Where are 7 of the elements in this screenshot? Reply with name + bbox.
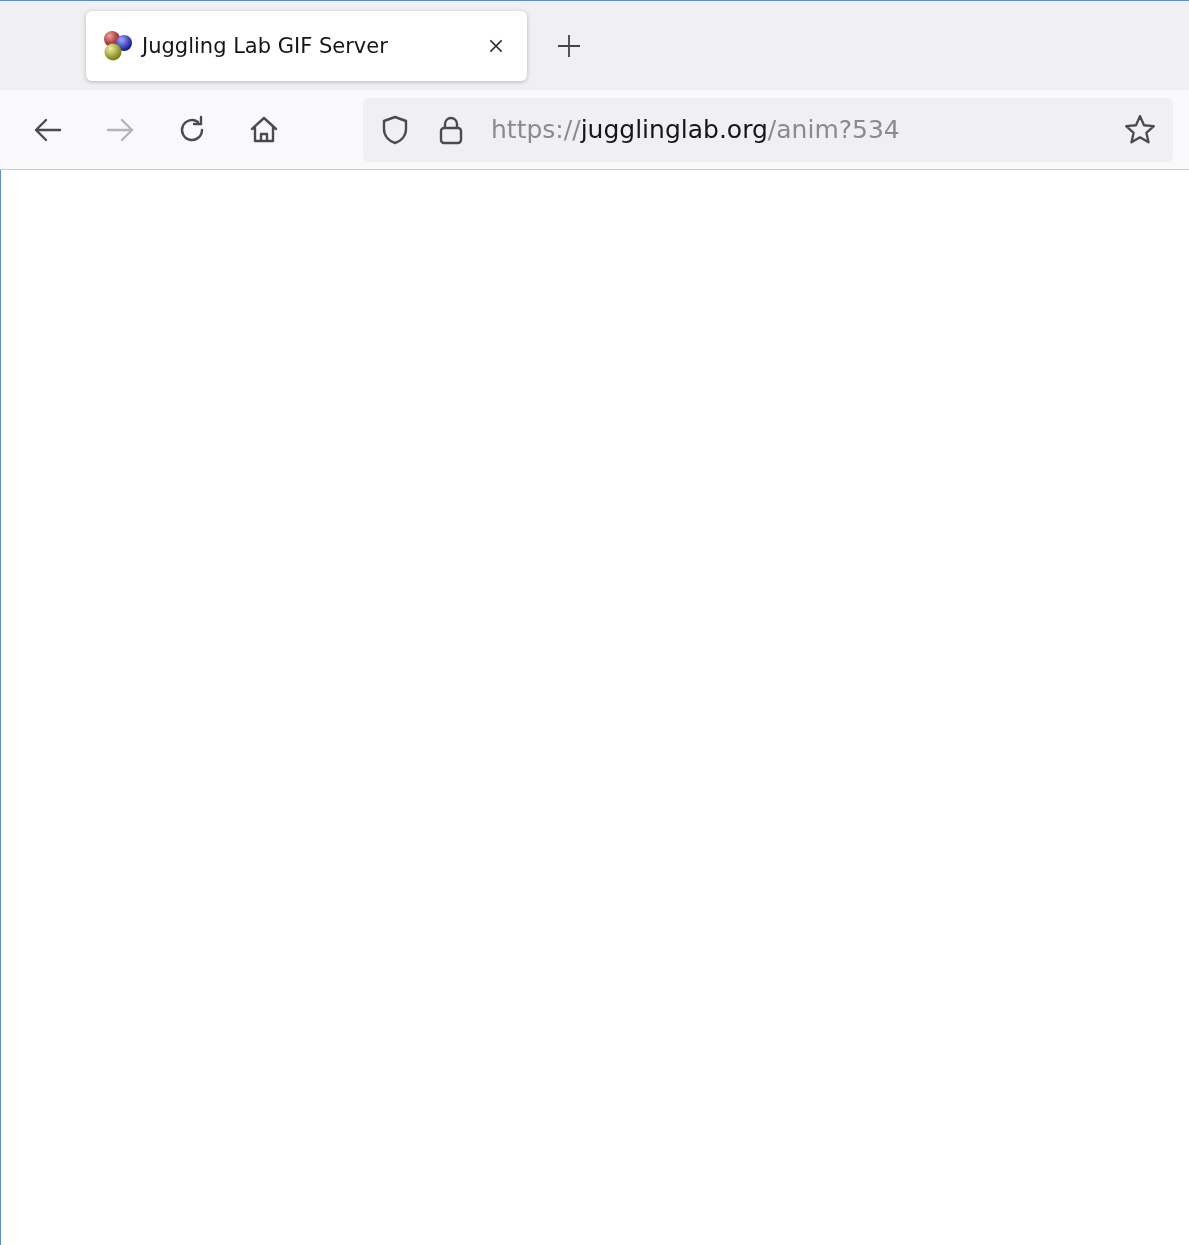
- star-icon[interactable]: [1123, 112, 1157, 147]
- url-text: https://jugglinglab.org/anim?534: [491, 115, 901, 144]
- new-tab-icon[interactable]: [557, 33, 581, 58]
- browser-tab[interactable]: Juggling Lab GIF Server: [86, 10, 527, 81]
- address-field[interactable]: https://jugglinglab.org/anim?534: [363, 97, 1173, 162]
- balls-icon: [102, 29, 134, 62]
- tab-title: Juggling Lab GIF Server: [142, 33, 389, 58]
